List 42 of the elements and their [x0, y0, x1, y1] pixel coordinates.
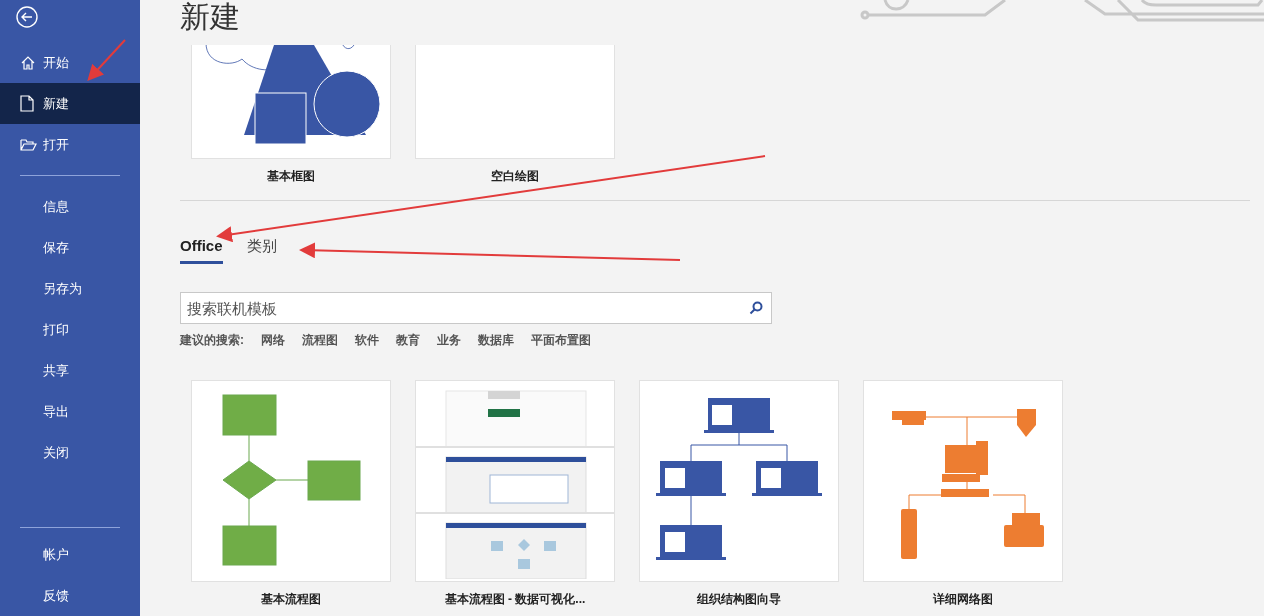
home-icon [20, 54, 36, 71]
sidebar-item[interactable]: 反馈 [0, 575, 140, 616]
suggested-search-link[interactable]: 流程图 [302, 332, 338, 348]
sidebar-item[interactable]: 关闭 [0, 432, 140, 473]
sidebar-item[interactable]: 信息 [0, 186, 140, 227]
sidebar-item[interactable]: 共享 [0, 350, 140, 391]
document-icon [20, 95, 34, 112]
template-thumbnail[interactable] [415, 45, 615, 159]
template-name: 空白绘图 [491, 167, 539, 185]
template-name: 基本流程图 - 数据可视化... [444, 590, 586, 608]
template-thumbnail[interactable] [639, 380, 839, 582]
tab[interactable]: 类别 [246, 234, 277, 264]
template-name: 组织结构图向导 [697, 590, 781, 608]
sidebar-item[interactable]: 导出 [0, 391, 140, 432]
annotation-arrow [87, 39, 126, 81]
suggested-search-link[interactable]: 数据库 [478, 332, 514, 348]
template-thumbnail[interactable] [191, 45, 391, 159]
tab[interactable]: Office [180, 234, 223, 264]
page-title: 新建 [180, 0, 240, 34]
suggested-search-link[interactable]: 教育 [396, 332, 420, 348]
template-name: 基本框图 [267, 167, 315, 185]
suggested-search-link[interactable]: 业务 [437, 332, 461, 348]
suggested-search-link[interactable]: 平面布置图 [531, 332, 591, 348]
template-name: 详细网络图 [933, 590, 993, 608]
suggested-search-link[interactable]: 软件 [355, 332, 379, 348]
template-thumbnail[interactable] [863, 380, 1063, 582]
template-name: 基本流程图 [261, 590, 321, 608]
template-thumbnail[interactable] [415, 380, 615, 582]
suggested-search-link[interactable]: 网络 [261, 332, 285, 348]
sidebar-item[interactable]: 打印 [0, 309, 140, 350]
sidebar-item[interactable]: 帐户 [0, 534, 140, 575]
back-icon[interactable] [16, 6, 38, 28]
sidebar-item[interactable]: 打开 [0, 124, 140, 165]
template-thumbnail[interactable] [191, 380, 391, 582]
sidebar-item[interactable]: 保存 [0, 227, 140, 268]
folder-icon [20, 137, 37, 152]
sidebar-item[interactable]: 开始 [0, 42, 140, 83]
sidebar-item[interactable]: 另存为 [0, 268, 140, 309]
sidebar-item[interactable]: 新建 [0, 83, 140, 124]
search-field[interactable]: 搜索联机模板 [180, 292, 772, 324]
search-icon[interactable] [749, 301, 763, 315]
suggested-searches-label: 建议的搜索: [180, 332, 244, 348]
